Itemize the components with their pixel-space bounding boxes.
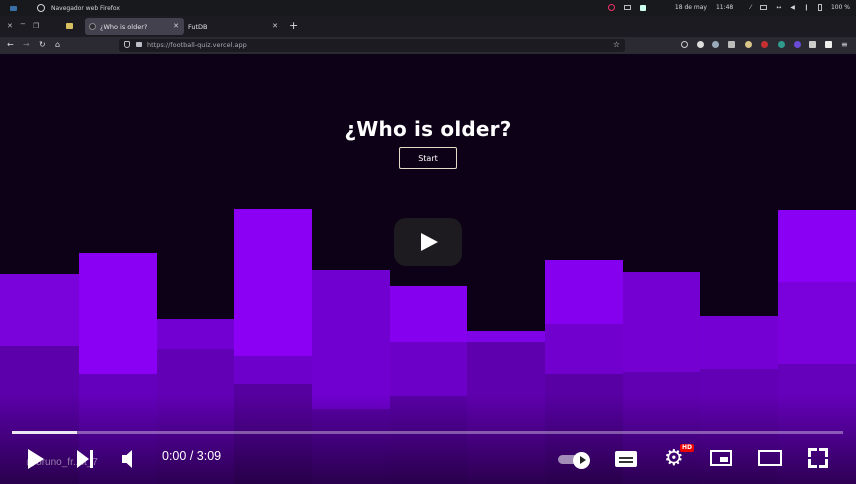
extension-beige-icon[interactable]: [745, 41, 752, 48]
bluetooth-off-icon[interactable]: ⁄: [750, 4, 751, 11]
tab-title: ¿Who is older?: [100, 22, 148, 31]
display-icon[interactable]: [760, 5, 768, 10]
autoplay-play-glyph: [580, 456, 586, 464]
restore-window-icon[interactable]: ❐: [33, 22, 39, 30]
theater-mode-button[interactable]: [758, 450, 782, 466]
url-bar[interactable]: https://football-quiz.vercel.app ☆: [119, 39, 625, 52]
fullscreen-corner: [819, 448, 828, 457]
miniplayer-icon: [720, 457, 728, 462]
network-icon[interactable]: ↔: [776, 4, 781, 11]
next-icon: [77, 450, 89, 468]
forward-arrow-icon[interactable]: →: [23, 40, 30, 49]
system-top-bar: Navegador web Firefox 18 de may 11:48 ⁄ …: [0, 0, 856, 16]
home-icon[interactable]: ⌂: [55, 40, 60, 49]
bookmark-star-icon[interactable]: ☆: [613, 40, 620, 49]
extension-green-icon[interactable]: [778, 41, 785, 48]
fullscreen-button[interactable]: [808, 448, 828, 468]
tab-futdb[interactable]: FutDB ✕: [184, 18, 283, 35]
fullscreen-corner: [808, 459, 817, 468]
page-heading: ¿Who is older?: [344, 117, 512, 141]
date-label[interactable]: 18 de may: [675, 4, 707, 11]
screen-share-icon[interactable]: [623, 5, 631, 10]
volume-button[interactable]: [122, 450, 142, 468]
controls-gradient: [0, 394, 856, 484]
folder-icon[interactable]: [66, 23, 73, 29]
subtitles-button[interactable]: [615, 451, 637, 467]
next-icon-bar: [90, 450, 93, 468]
extension-pen-icon[interactable]: [712, 41, 719, 48]
workspace-indicator-icon[interactable]: [10, 5, 17, 11]
time-display: 0:00 / 3:09: [162, 449, 221, 463]
app-title[interactable]: Navegador web Firefox: [51, 5, 120, 12]
battery-icon[interactable]: [817, 4, 822, 11]
subtitles-icon: [619, 457, 633, 459]
subtitles-line: [619, 461, 633, 463]
account-icon[interactable]: [697, 41, 704, 48]
progress-played: [12, 431, 77, 434]
minimize-window-icon[interactable]: −: [20, 20, 26, 28]
current-time: 0:00: [162, 449, 187, 463]
progress-bar[interactable]: [12, 431, 843, 434]
reload-icon[interactable]: ↻: [39, 40, 46, 49]
tab-favicon-icon: [89, 23, 96, 30]
navigation-toolbar: ← → ↻ ⌂ https://football-quiz.vercel.app…: [0, 37, 856, 54]
battery-label[interactable]: 100 %: [831, 4, 850, 11]
extension-purple-icon[interactable]: [794, 41, 801, 48]
autoplay-toggle[interactable]: [558, 452, 592, 469]
video-player[interactable]: ¿Who is older? Start @bruno_fr..nt_7 0:0…: [0, 54, 856, 484]
extension-filter-icon[interactable]: [809, 41, 816, 48]
abp-icon[interactable]: [761, 41, 768, 48]
back-arrow-icon[interactable]: ←: [7, 40, 14, 49]
large-play-button[interactable]: [394, 218, 462, 266]
tab-strip: ✕ − ❐ ¿Who is older? ✕ FutDB ✕ +: [0, 16, 856, 37]
pocket-icon[interactable]: [681, 41, 688, 48]
microphone-icon[interactable]: ❙: [804, 4, 809, 11]
close-window-icon[interactable]: ✕: [7, 22, 13, 30]
speaker-icon[interactable]: ◀: [790, 4, 795, 11]
tab-who-is-older[interactable]: ¿Who is older? ✕: [85, 18, 184, 35]
lock-icon[interactable]: [136, 42, 142, 47]
close-tab-icon[interactable]: ✕: [272, 22, 278, 30]
firefox-icon: [37, 4, 45, 12]
hd-badge: HD: [680, 444, 695, 452]
new-tab-button[interactable]: +: [289, 19, 298, 32]
clock-label[interactable]: 11:48: [716, 4, 733, 11]
extension-fx-icon[interactable]: [728, 41, 735, 48]
play-button[interactable]: [28, 449, 44, 469]
record-icon[interactable]: [607, 4, 615, 11]
tab-title: FutDB: [188, 22, 208, 31]
miniplayer-button[interactable]: [710, 450, 732, 466]
volume-cone: [122, 450, 132, 468]
fullscreen-icon: [808, 448, 817, 457]
tracking-protection-shield-icon[interactable]: [124, 41, 130, 48]
duration: 3:09: [196, 449, 222, 463]
close-tab-icon[interactable]: ✕: [173, 22, 179, 30]
time-separator: /: [189, 449, 194, 463]
play-icon: [421, 233, 438, 251]
next-button[interactable]: [77, 450, 95, 469]
extension-box-icon[interactable]: [825, 41, 832, 48]
app-indicator-icon[interactable]: [639, 4, 646, 11]
start-button[interactable]: Start: [399, 147, 457, 169]
url-text[interactable]: https://football-quiz.vercel.app: [147, 41, 247, 49]
fullscreen-corner: [819, 459, 828, 468]
app-menu-icon[interactable]: ≡: [841, 40, 848, 49]
